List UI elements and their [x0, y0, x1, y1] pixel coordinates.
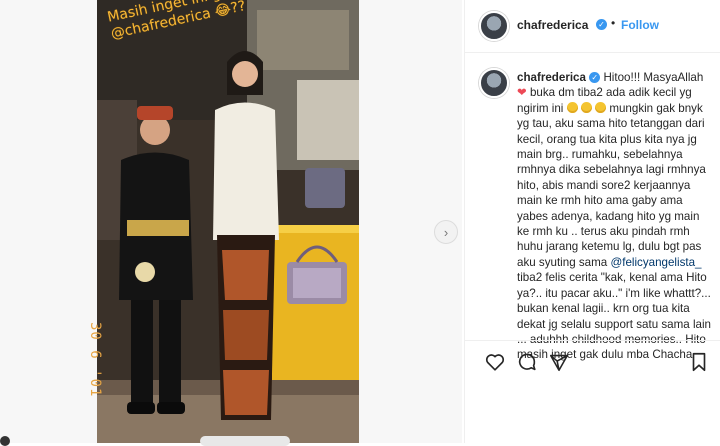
photo-date-stamp: 30 6 '01 [87, 322, 103, 398]
follow-button[interactable]: Follow [621, 18, 659, 32]
laughing-emoji-icon [580, 101, 592, 113]
comment-text-3: mungkin gak bnyk yg tau, aku sama hito t… [517, 101, 706, 269]
avatar[interactable] [479, 11, 509, 41]
comment-username[interactable]: chafrederica [517, 71, 586, 84]
verified-badge-icon: ✓ [589, 72, 601, 84]
post-side-panel: chafrederica ✓ • Follow chafrederica ✓ H… [464, 0, 720, 443]
like-button[interactable] [483, 350, 507, 374]
comment-text-4: tiba2 felis cerita "kak, kenal ama Hito … [517, 271, 711, 362]
mention-link[interactable]: @felicyangelista_ [610, 256, 701, 269]
red-heart-emoji-icon: ❤ [517, 86, 527, 100]
next-photo-button[interactable]: › [434, 220, 458, 244]
photo-illustration [97, 0, 359, 443]
header-separator: • [611, 16, 616, 30]
caption-comment: chafrederica ✓ Hitoo!!! MasyaAllah ❤ buk… [517, 70, 713, 363]
share-icon [549, 354, 569, 372]
comment-button[interactable] [515, 350, 539, 374]
comment-text-1: Hitoo!!! MasyaAllah [603, 71, 704, 84]
comment-icon [518, 353, 536, 371]
save-button[interactable] [687, 350, 711, 374]
post-header: chafrederica ✓ • Follow [465, 0, 720, 53]
divider [465, 340, 720, 341]
header-username[interactable]: chafrederica [517, 18, 588, 32]
share-button[interactable] [547, 350, 571, 374]
bookmark-icon [692, 352, 706, 372]
laughing-emoji-icon [595, 101, 607, 113]
comment-avatar[interactable] [479, 68, 509, 98]
carousel-indicator-bar [200, 436, 290, 446]
carousel-indicator-dot [0, 436, 10, 446]
post-actions-bar [475, 350, 711, 376]
verified-badge-icon: ✓ [596, 19, 607, 30]
post-photo[interactable] [97, 0, 359, 443]
chevron-right-icon: › [443, 224, 449, 240]
laughing-emoji-icon [566, 101, 578, 113]
heart-icon [485, 354, 505, 371]
